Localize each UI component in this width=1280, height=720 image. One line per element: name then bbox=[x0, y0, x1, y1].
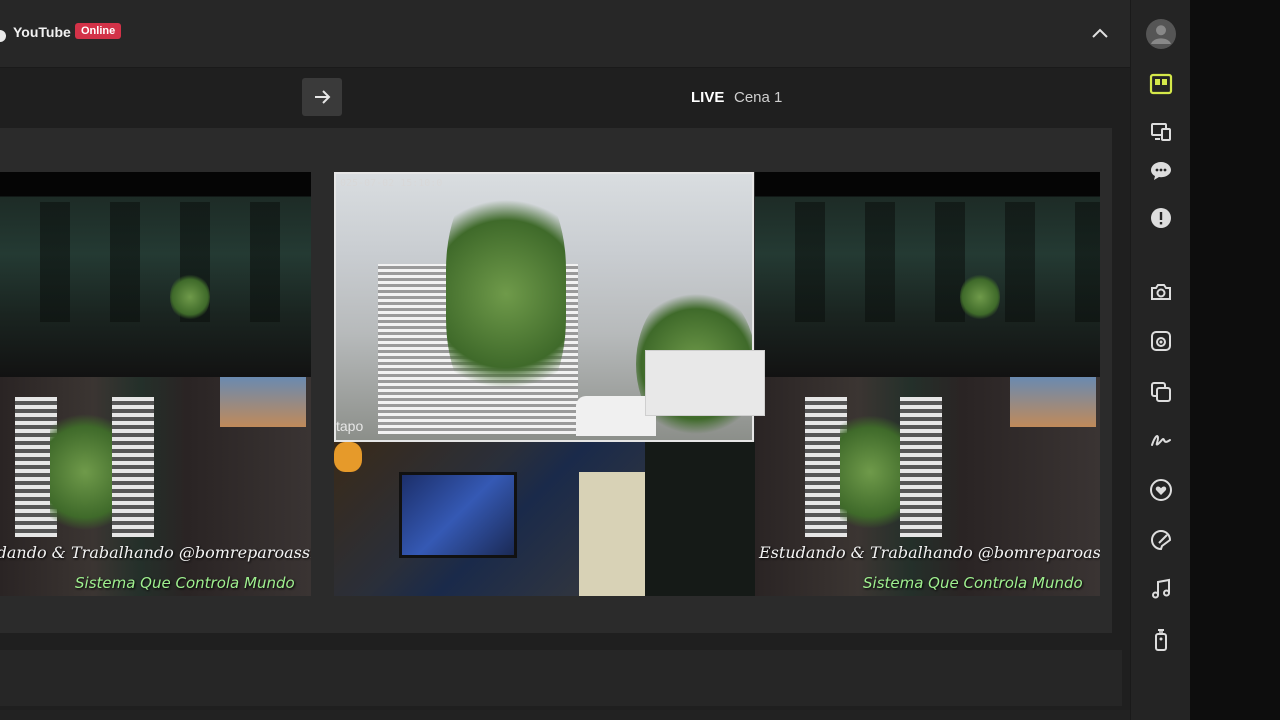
app-root: YouTube Online LIVE Cena 1 dando & Traba… bbox=[0, 0, 1280, 720]
chevron-up-icon bbox=[1092, 28, 1108, 38]
status-badge: Online bbox=[75, 23, 122, 39]
screenshot-button[interactable] bbox=[1146, 326, 1176, 356]
chat-icon bbox=[1151, 162, 1171, 180]
overlay-caption: Estudando & Trabalhando @bomreparoassist… bbox=[759, 543, 1100, 562]
video-content bbox=[0, 202, 311, 322]
car-shape bbox=[576, 396, 656, 436]
scene-layout-icon bbox=[1149, 73, 1173, 95]
wall-painting bbox=[220, 377, 306, 427]
platform-name: YouTube bbox=[13, 24, 71, 40]
video-tile-people-right bbox=[755, 172, 1100, 377]
devices-icon bbox=[1151, 123, 1171, 141]
window-shape bbox=[112, 397, 154, 537]
avatar-icon bbox=[1146, 19, 1176, 49]
camera-button[interactable] bbox=[1146, 277, 1176, 307]
door-shape bbox=[579, 472, 645, 596]
overlay-subcaption: Sistema Que Controla Mundo bbox=[863, 574, 1083, 592]
bottom-strip bbox=[0, 710, 1130, 720]
plant-shape bbox=[50, 397, 120, 547]
screenshot-icon bbox=[1151, 331, 1171, 351]
video-tile-room-left: Estudando & Trabalhando @bomreparoassist… bbox=[0, 377, 311, 596]
scene-name: Cena 1 bbox=[734, 89, 783, 106]
plant-shape bbox=[960, 272, 1000, 322]
youtube-logo-icon bbox=[0, 30, 6, 42]
wall-painting bbox=[1010, 377, 1096, 427]
window-shape bbox=[900, 397, 942, 537]
video-tile-room-right: Estudando & Trabalhando @bomreparoas sist… bbox=[755, 377, 1100, 596]
alert-icon bbox=[1151, 208, 1171, 228]
music-button[interactable] bbox=[1146, 574, 1176, 604]
camera-brand: tapo bbox=[336, 418, 364, 434]
video-content bbox=[755, 202, 1100, 322]
heart-icon bbox=[1150, 479, 1172, 501]
music-icon bbox=[1152, 578, 1170, 599]
scene-layout-button[interactable] bbox=[1146, 69, 1176, 99]
overlay-subcaption: Sistema Que Controla Mundo bbox=[75, 574, 295, 592]
screen-capture-window bbox=[645, 350, 765, 416]
layers-button[interactable] bbox=[1146, 377, 1176, 407]
signature-button[interactable] bbox=[1146, 425, 1176, 455]
avatar[interactable] bbox=[1146, 19, 1176, 49]
lamp-shape bbox=[334, 442, 362, 472]
remote-icon bbox=[1155, 629, 1167, 651]
video-tile-dark bbox=[645, 442, 755, 596]
remote-control-button[interactable] bbox=[1146, 625, 1176, 655]
live-label: LIVE bbox=[691, 89, 725, 106]
camera-timestamp: 025-07-02 15:10:0 bbox=[340, 178, 443, 189]
layers-icon bbox=[1151, 382, 1171, 402]
overlay-caption: Estudando & Trabalhando @bomreparoassist… bbox=[0, 543, 311, 562]
right-sidebar bbox=[1130, 0, 1190, 720]
favorites-button[interactable] bbox=[1146, 475, 1176, 505]
scene-controls-panel bbox=[0, 650, 1122, 706]
video-tile-workspace bbox=[334, 442, 645, 596]
offscreen-area bbox=[1190, 0, 1280, 720]
plant-shape bbox=[840, 397, 900, 547]
chat-button[interactable] bbox=[1146, 156, 1176, 186]
theme-button[interactable] bbox=[1146, 525, 1176, 555]
plant-shape bbox=[446, 174, 566, 414]
monitor-shape bbox=[399, 472, 517, 558]
devices-button[interactable] bbox=[1146, 117, 1176, 147]
alerts-button[interactable] bbox=[1146, 203, 1176, 233]
palette-icon bbox=[1150, 529, 1172, 551]
video-tile-people-left bbox=[0, 172, 311, 377]
arrow-right-icon bbox=[315, 90, 331, 104]
camera-icon bbox=[1151, 284, 1171, 300]
collapse-button[interactable] bbox=[1085, 20, 1115, 46]
plant-shape bbox=[170, 272, 210, 322]
live-preview[interactable]: Estudando & Trabalhando @bomreparoassist… bbox=[0, 128, 1112, 633]
go-live-transition-button[interactable] bbox=[302, 78, 342, 116]
signature-icon bbox=[1151, 435, 1171, 446]
stream-header: YouTube Online bbox=[0, 0, 1130, 68]
